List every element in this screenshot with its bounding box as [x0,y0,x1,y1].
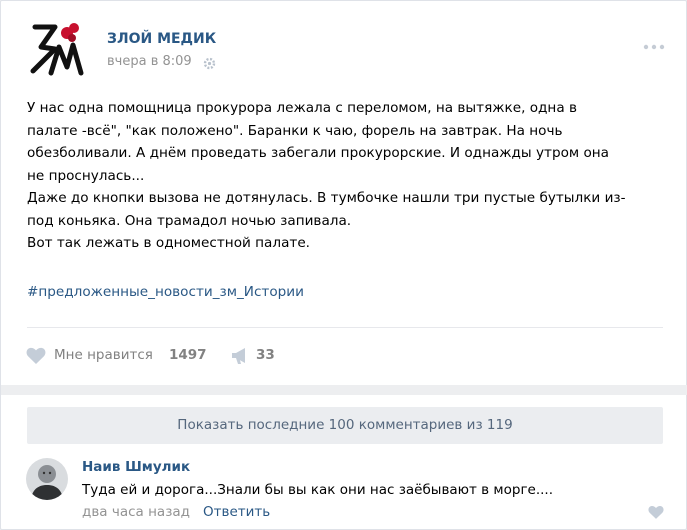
section-separator [1,385,687,395]
post-time[interactable]: вчера в 8:09 [107,54,192,69]
show-more-comments-button[interactable]: Показать последние 100 комментариев из 1… [27,407,663,444]
post-text-line: Даже до кнопки вызова не дотянулась. В т… [27,190,626,206]
group-name[interactable]: ЗЛОЙ МЕДИК [107,31,216,47]
comment-text: Туда ей и дорога...Знали бы вы как они н… [82,482,554,498]
hashtag-link[interactable]: #предложенные_новости_зм_Истории [27,284,304,300]
post-text-line: У нас одна помощница прокурора лежала с … [27,100,577,116]
post-text-line: Вот так лежать в одноместной палате. [27,235,311,251]
more-dots-icon[interactable] [642,37,666,50]
heart-icon[interactable] [26,347,46,365]
gear-icon[interactable] [203,55,216,70]
comment-time[interactable]: два часа назад [82,504,190,520]
reply-button[interactable]: Ответить [203,504,270,520]
divider [27,327,663,328]
post-text-line: не проснулась... [27,167,145,184]
heart-icon[interactable] [648,505,664,520]
share-count[interactable]: 33 [256,347,275,363]
comment-author[interactable]: Наив Шмулик [82,459,190,475]
post-text-line: под коньяка. Она трамадол ночью запивала… [27,212,352,229]
post-text: У нас одна помощница прокурора лежала с … [27,97,663,255]
post-card: ЗЛОЙ МЕДИК вчера в 8:09 У нас одна помощ… [0,0,687,530]
post-text-line: палате -всё", "как положено". Баранки к … [27,122,563,139]
megaphone-icon[interactable] [230,347,250,365]
zm-logo-icon [30,23,84,76]
group-avatar-logo[interactable] [27,19,87,79]
like-count[interactable]: 1497 [169,347,207,363]
avatar[interactable] [26,458,68,500]
post-text-line: обезболивали. А днём проведать забегали … [27,145,610,161]
like-button-label[interactable]: Мне нравится [54,347,153,363]
